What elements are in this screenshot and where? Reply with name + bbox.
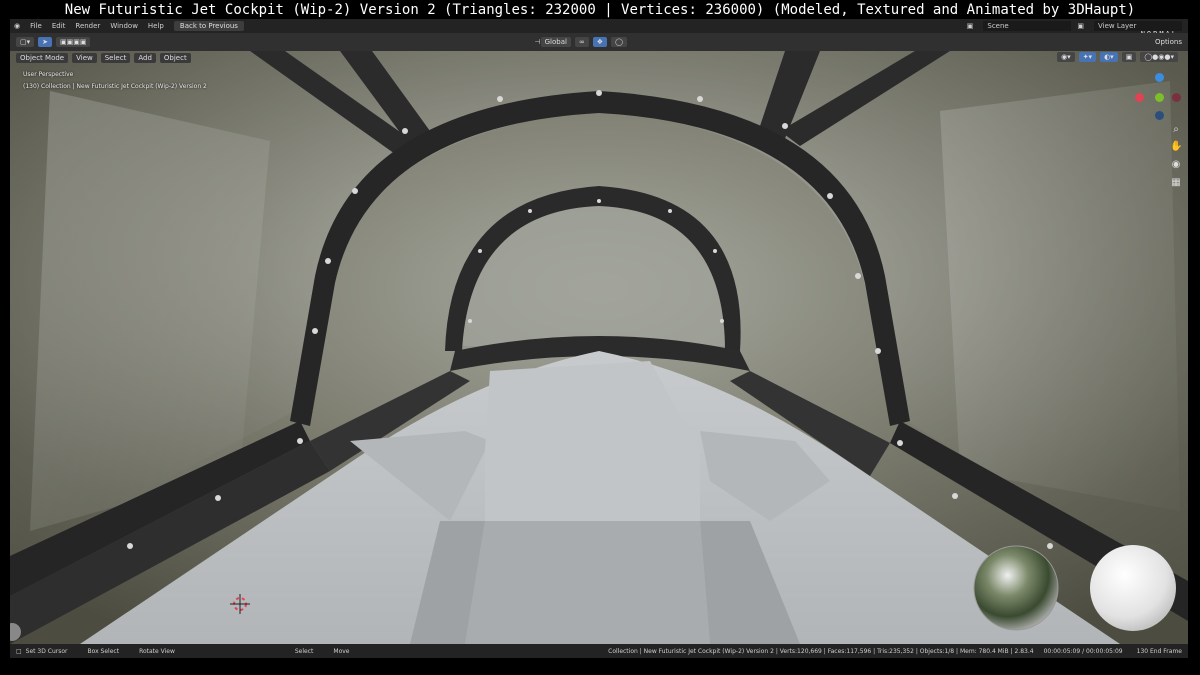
hdri-diffuse-sphere [1090,545,1176,631]
gizmo-toggle-icon[interactable]: ✦▾ [1078,52,1097,62]
select-mode-icons[interactable]: ▣▣▣▣ [56,37,91,47]
view-layer-icon[interactable]: ▣ [1077,22,1084,30]
cockpit-render [10,51,1188,644]
mouse-left-icon: □ [16,647,22,655]
box-select-hint: Box Select [87,647,120,655]
gizmo-neg-x-axis[interactable] [1172,93,1181,102]
status-bar: □ Set 3D Cursor Box Select Rotate View S… [10,644,1188,658]
overlay-toggle-icon[interactable]: ◐▾ [1100,52,1118,62]
seat-cushion [465,521,710,644]
move-hint: Move [333,647,350,655]
add-menu[interactable]: Add [134,52,156,63]
viewport-header: ▢▾ ➤ ▣▣▣▣ ⊣ Global ∞ ❖ ◯ Options [10,33,1188,51]
video-caption: New Futuristic Jet Cockpit (Wip-2) Versi… [64,2,1136,18]
viewport-subheader: Object Mode View Select Add Object [16,51,195,64]
pivot-icon[interactable]: ∞ [574,37,589,47]
object-menu[interactable]: Object [159,52,191,63]
camera-view-icon[interactable]: ◉ [1170,159,1182,171]
options-label[interactable]: Options [1155,38,1182,46]
xray-icon[interactable]: ▣ [1121,52,1137,62]
menu-render[interactable]: Render [75,22,100,30]
gizmo-y-axis[interactable] [1155,93,1164,102]
select-menu[interactable]: Select [100,52,131,63]
scene-statistics: Collection | New Futuristic Jet Cockpit … [608,647,1034,655]
gizmo-x-axis[interactable] [1135,93,1144,102]
blender-logo-icon[interactable]: ◉ [14,22,20,30]
proportional-edit-icon[interactable]: ◯ [611,37,627,47]
set-cursor-hint: Set 3D Cursor [25,647,68,655]
menu-edit[interactable]: Edit [52,22,66,30]
view-menu[interactable]: View [72,52,97,63]
snap-icon[interactable]: ❖ [592,37,608,47]
end-frame: 130 End Frame [1136,647,1182,655]
transform-orientation-select[interactable]: Global [540,37,571,47]
rotate-view-hint: Rotate View [139,647,175,655]
gizmo-z-axis[interactable] [1155,73,1164,82]
perspective-label: User Perspective [23,71,74,78]
scene-icon[interactable]: ▣ [967,22,974,30]
editor-type-icon[interactable]: ▢▾ [16,37,35,47]
glass-glare-right [940,81,1180,511]
back-to-previous-button[interactable]: Back to Previous [173,21,244,31]
timecode: 00:00:05:09 / 00:00:05:09 [1043,647,1123,655]
select-tool-icon[interactable]: ➤ [38,37,53,47]
shading-modes-icon[interactable]: ◯●◉●▾ [1140,52,1178,62]
grid-perspective-icon[interactable]: ▦ [1170,177,1182,189]
hdri-chrome-sphere [973,545,1059,631]
orientation-icon: ⊣ [534,38,541,46]
menu-file[interactable]: File [30,22,42,30]
scene-field[interactable]: Scene [983,21,1072,31]
pan-hand-icon[interactable]: ✋ [1170,141,1182,153]
select-hint: Select [294,647,314,655]
shading-controls: ◉▾ ✦▾ ◐▾ ▣ ◯●◉●▾ [1057,52,1182,62]
visibility-icon[interactable]: ◉▾ [1057,52,1075,62]
3d-viewport[interactable]: User Perspective (130) Collection | New … [10,51,1188,644]
gizmo-neg-z-axis[interactable] [1155,111,1164,120]
zoom-icon[interactable]: ⌕ [1170,124,1182,136]
top-menu-bar: ◉ File Edit Render Window Help Back to P… [10,19,1188,33]
object-mode-select[interactable]: Object Mode [16,52,69,63]
menu-window[interactable]: Window [110,22,138,30]
collection-label: (130) Collection | New Futuristic Jet Co… [23,83,207,90]
menu-help[interactable]: Help [148,22,164,30]
